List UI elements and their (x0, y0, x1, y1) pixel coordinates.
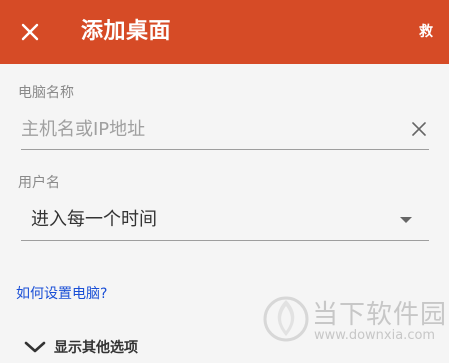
username-selected-value: 进入每一个时间 (31, 209, 157, 230)
close-icon (21, 23, 39, 41)
pc-name-input[interactable] (21, 110, 391, 148)
pc-name-field (21, 110, 429, 150)
clear-icon (412, 122, 426, 136)
chevron-down-icon (24, 341, 46, 353)
setup-help-link[interactable]: 如何设置电脑? (16, 283, 107, 303)
app-bar: 添加桌面 救 (0, 0, 449, 64)
add-desktop-screen: 添加桌面 救 电脑名称 用户名 进入每一个时间 如何设置电脑? 显示其他选项 当… (0, 0, 449, 363)
watermark-title: 当下软件园 (312, 300, 448, 330)
close-button[interactable] (14, 16, 46, 48)
show-more-options-button[interactable]: 显示其他选项 (24, 335, 138, 359)
username-select[interactable]: 进入每一个时间 (21, 201, 429, 241)
show-more-options-label: 显示其他选项 (54, 340, 138, 356)
watermark-logo-icon (263, 296, 309, 342)
watermark: 当下软件园 www.downxia.com (262, 292, 446, 352)
username-label: 用户名 (18, 175, 60, 191)
clear-button[interactable] (409, 119, 429, 139)
save-button[interactable]: 救 (419, 0, 433, 64)
dropdown-arrow-icon (400, 217, 412, 223)
watermark-url: www.downxia.com (314, 328, 436, 343)
page-title: 添加桌面 (81, 19, 172, 44)
pc-name-label: 电脑名称 (18, 85, 74, 101)
